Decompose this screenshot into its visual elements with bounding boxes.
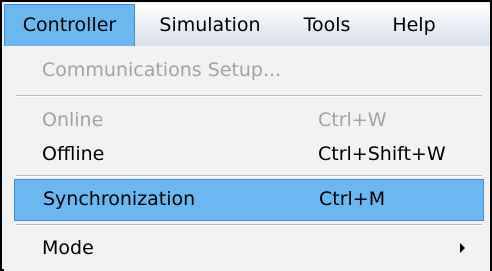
menu-bar: Controller Simulation Tools Help: [4, 4, 490, 46]
menu-item-label: Mode: [42, 237, 94, 259]
menu-separator: [16, 224, 482, 226]
menu-item-shortcut: Ctrl+Shift+W: [318, 143, 446, 165]
chevron-right-icon: [460, 243, 465, 253]
menu-separator: [16, 175, 482, 177]
menu-item-communications-setup[interactable]: Communications Setup...: [14, 50, 484, 90]
controller-dropdown-menu: Communications Setup... Online Ctrl+W Of…: [4, 46, 490, 271]
menubar-tools[interactable]: Tools: [286, 4, 368, 46]
menu-separator: [16, 95, 482, 97]
menu-item-offline[interactable]: Offline Ctrl+Shift+W: [14, 134, 484, 174]
menu-item-synchronization[interactable]: Synchronization Ctrl+M: [14, 179, 484, 221]
menubar-controller[interactable]: Controller: [4, 4, 135, 46]
menu-window: Controller Simulation Tools Help Communi…: [0, 0, 492, 271]
menubar-help[interactable]: Help: [378, 4, 450, 46]
menu-item-mode[interactable]: Mode: [14, 228, 484, 268]
menu-item-label: Offline: [42, 143, 105, 165]
menubar-simulation[interactable]: Simulation: [140, 4, 280, 46]
menu-item-label: Communications Setup...: [42, 59, 282, 81]
menu-item-shortcut: Ctrl+M: [319, 188, 386, 210]
menu-item-label: Synchronization: [43, 188, 196, 210]
